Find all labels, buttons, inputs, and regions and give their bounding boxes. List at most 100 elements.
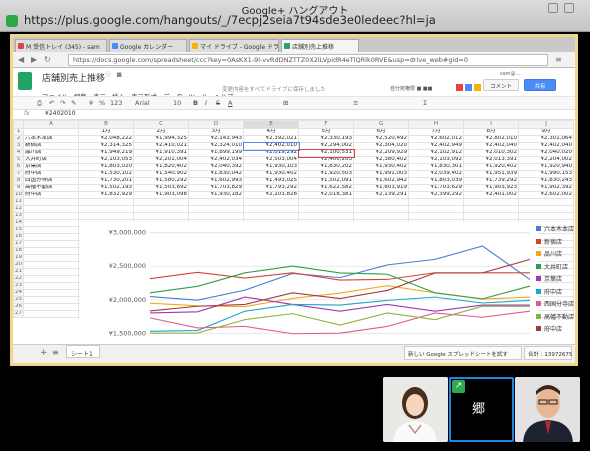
cell[interactable]: ¥1,920,940 (518, 163, 574, 171)
document-title[interactable]: 店舗別売上推移 (42, 71, 105, 84)
cell[interactable]: 5月 (298, 128, 354, 136)
cell[interactable]: ¥2,139,291 (353, 191, 409, 199)
cell[interactable] (23, 128, 79, 136)
tab-calendar[interactable]: Google カレンダー (109, 39, 187, 52)
address-bar[interactable]: https://docs.google.com/spreadsheet/ccc?… (68, 54, 548, 66)
cell[interactable]: 京葉店 (23, 163, 79, 171)
cell[interactable] (518, 212, 574, 220)
sheet-tab-1[interactable]: シート1 (66, 345, 100, 358)
cell[interactable]: ¥2,330,193 (298, 135, 354, 143)
cell[interactable]: ¥2,503,004 (243, 156, 299, 164)
cell[interactable] (463, 212, 519, 220)
folder-icon[interactable]: ▪ (116, 70, 122, 80)
share-button[interactable]: 共有 (524, 79, 556, 91)
row-header[interactable]: 27 (13, 310, 24, 318)
bold-button[interactable]: B (193, 99, 198, 107)
row-header[interactable]: 19 (13, 254, 24, 262)
cell[interactable]: ¥1,830,202 (298, 163, 354, 171)
cell[interactable]: ¥1,730,201 (78, 177, 134, 185)
cell[interactable]: ¥2,304,020 (353, 142, 409, 150)
cell[interactable]: ¥2,019,292 (243, 149, 299, 157)
cell[interactable] (23, 275, 79, 283)
cell[interactable]: ¥1,503,892 (133, 184, 189, 192)
redo-icon[interactable]: ↷ (60, 99, 65, 107)
cell[interactable] (408, 205, 464, 213)
row-header[interactable]: 7 (13, 170, 24, 178)
row-header[interactable]: 15 (13, 226, 24, 234)
cell[interactable]: ¥2,294,002 (298, 142, 354, 150)
cell[interactable] (408, 198, 464, 206)
cell[interactable] (23, 296, 79, 304)
cell[interactable] (243, 205, 299, 213)
cell[interactable] (133, 205, 189, 213)
cell[interactable]: ¥1,902,392 (518, 184, 574, 192)
column-header[interactable]: H (408, 120, 464, 129)
cell[interactable] (23, 303, 79, 311)
column-header[interactable]: C (133, 120, 189, 129)
cell[interactable]: ¥2,204,002 (518, 156, 574, 164)
cell[interactable]: 2月 (133, 128, 189, 136)
row-header[interactable]: 11 (13, 198, 24, 206)
cell[interactable]: ¥2,040,392 (188, 163, 244, 171)
row-header[interactable]: 16 (13, 233, 24, 241)
cell[interactable]: ¥1,930,402 (353, 163, 409, 171)
cell[interactable]: ¥1,991,003 (353, 170, 409, 178)
cell[interactable] (243, 212, 299, 220)
formula-value[interactable]: ¥2402010 (45, 110, 76, 117)
row-header[interactable]: 10 (13, 191, 24, 199)
column-header[interactable]: E (243, 120, 299, 129)
cell[interactable] (78, 212, 134, 220)
column-header[interactable]: D (188, 120, 244, 129)
sum-readout[interactable]: 合計 : 13972675 (524, 346, 572, 360)
currency-button[interactable]: ¥ (89, 99, 93, 107)
cell[interactable]: ¥2,103,053 (78, 156, 134, 164)
cell[interactable] (188, 212, 244, 220)
column-header[interactable]: F (298, 120, 354, 129)
cell[interactable]: 1月 (78, 128, 134, 136)
cell[interactable]: ¥2,399,292 (408, 191, 464, 199)
strike-button[interactable]: S (216, 99, 220, 107)
row-header[interactable]: 23 (13, 282, 24, 290)
menu-icon[interactable]: ≡ (555, 55, 562, 64)
cell[interactable]: ¥2,402,010 (242, 141, 300, 151)
cell[interactable]: ¥1,920,402 (463, 163, 519, 171)
cell[interactable]: ¥1,502,193 (78, 184, 134, 192)
cell[interactable]: ¥1,949,219 (78, 149, 134, 157)
cell[interactable]: ¥1,540,902 (133, 170, 189, 178)
cell[interactable] (78, 198, 134, 206)
row-header[interactable]: 21 (13, 268, 24, 276)
cell[interactable]: ¥1,703,829 (188, 184, 244, 192)
cell[interactable]: ¥2,520,492 (353, 135, 409, 143)
functions-button[interactable]: Σ (423, 99, 427, 107)
italic-button[interactable]: I (205, 99, 207, 107)
sheets-logo-icon[interactable] (18, 72, 32, 90)
cell[interactable]: 6月 (353, 128, 409, 136)
cell[interactable]: ¥2,402,040 (463, 142, 519, 150)
cell[interactable] (518, 205, 574, 213)
cell[interactable]: ¥2,040,020 (518, 149, 574, 157)
cell[interactable]: ¥1,830,042 (188, 170, 244, 178)
comment-button[interactable]: コメント (483, 79, 519, 91)
cell[interactable] (353, 198, 409, 206)
print-icon[interactable]: ⎙ (37, 99, 42, 108)
cell[interactable]: 高幡不動店 (23, 184, 79, 192)
cell[interactable] (23, 247, 79, 255)
cell[interactable] (353, 205, 409, 213)
cell[interactable] (298, 212, 354, 220)
cell[interactable]: ¥2,013,391 (463, 156, 519, 164)
cell[interactable]: 府中店 (23, 191, 79, 199)
percent-button[interactable]: % (99, 99, 105, 107)
undo-icon[interactable]: ↶ (49, 99, 54, 107)
cell[interactable] (23, 240, 79, 248)
row-header[interactable]: 2 (13, 135, 24, 143)
cell[interactable]: ¥2,400,203 (298, 156, 354, 164)
cell[interactable]: 3月 (188, 128, 244, 136)
cell[interactable]: ¥1,920,503 (298, 170, 354, 178)
cell[interactable] (353, 212, 409, 220)
cell[interactable] (243, 198, 299, 206)
cell[interactable]: ¥1,830,243 (518, 177, 574, 185)
row-header[interactable]: 4 (13, 149, 24, 157)
cell[interactable]: ¥1,803,039 (408, 177, 464, 185)
participant-thumbnail[interactable] (383, 377, 448, 442)
cell[interactable] (188, 205, 244, 213)
